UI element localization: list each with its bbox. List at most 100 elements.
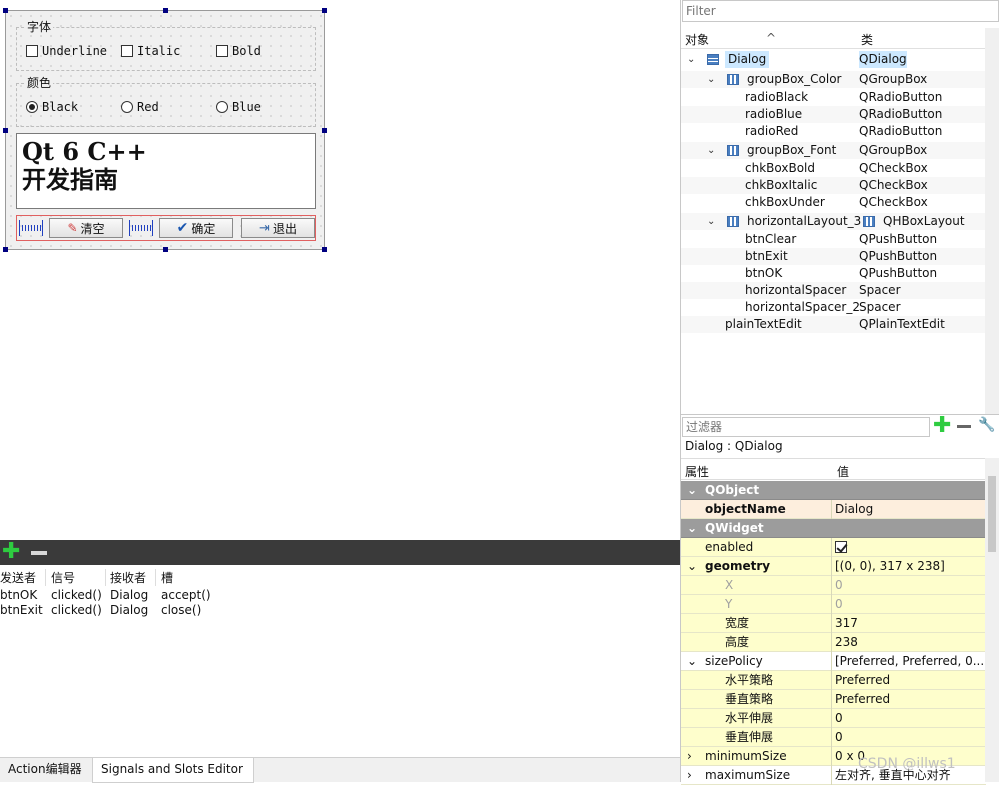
tree-row-horizontal-spacer[interactable]: horizontalSpacer Spacer (681, 282, 986, 299)
chevron-down-icon[interactable]: ⌄ (687, 652, 697, 671)
dialog-form[interactable]: 字体 Underline Italic Bold 颜色 Black Red Bl… (3, 8, 327, 252)
property-value[interactable]: Preferred (835, 690, 890, 709)
table-row[interactable]: btnExit clicked() Dialog close() (0, 601, 680, 619)
tree-row-radio-blue[interactable]: radioBlue QRadioButton (681, 106, 986, 123)
add-connection-plus-icon[interactable]: ✚ (2, 541, 20, 563)
blue-radio[interactable]: Blue (216, 100, 261, 114)
underline-checkbox[interactable]: Underline (26, 44, 107, 58)
signal-cell[interactable]: clicked() (51, 603, 102, 617)
chevron-down-icon[interactable]: ⌄ (707, 71, 715, 88)
remove-connection-minus-icon[interactable] (31, 551, 47, 555)
property-row-horizontal-stretch[interactable]: 水平伸展 0 (681, 709, 986, 728)
property-row-geometry[interactable]: ⌄ geometry [(0, 0), 317 x 238] (681, 557, 986, 576)
slot-column-header[interactable]: 槽 (161, 569, 173, 586)
italic-checkbox[interactable]: Italic (121, 44, 180, 58)
tab-action-editor[interactable]: Action编辑器 (0, 758, 90, 783)
bold-checkbox[interactable]: Bold (216, 44, 261, 58)
tree-row-btn-exit[interactable]: btnExit QPushButton (681, 248, 986, 265)
resize-handle-top-right[interactable] (322, 8, 327, 13)
slot-cell[interactable]: accept() (161, 588, 211, 602)
receiver-cell[interactable]: Dialog (110, 588, 148, 602)
chevron-down-icon[interactable]: ⌄ (687, 519, 697, 538)
horizontal-button-layout[interactable]: ✎ 清空 ✔ 确定 ⇥ 退出 (16, 215, 316, 241)
tree-row-horizontal-layout[interactable]: ⌄ horizontalLayout_3 QHBoxLayout (681, 213, 986, 230)
signal-column-header[interactable]: 信号 (51, 569, 106, 586)
chevron-down-icon[interactable]: ⌄ (707, 213, 715, 230)
tree-row-groupbox-color[interactable]: ⌄ groupBox_Color QGroupBox (681, 71, 986, 88)
chevron-down-icon[interactable]: ⌄ (687, 557, 697, 576)
property-section-qwidget[interactable]: ⌄ QWidget (681, 519, 986, 538)
exit-button[interactable]: ⇥ 退出 (241, 218, 315, 238)
value-column-header[interactable]: 值 (837, 463, 849, 480)
tree-row-chk-bold[interactable]: chkBoxBold QCheckBox (681, 160, 986, 177)
property-value[interactable]: Dialog (835, 500, 873, 519)
remove-property-minus-icon[interactable] (957, 425, 971, 428)
scrollbar-thumb[interactable] (988, 476, 996, 552)
tree-row-chk-under[interactable]: chkBoxUnder QCheckBox (681, 194, 986, 211)
receiver-column-header[interactable]: 接收者 (110, 569, 156, 586)
property-row-horizontal-policy[interactable]: 水平策略 Preferred (681, 671, 986, 690)
property-filter-input[interactable] (682, 417, 930, 437)
property-column-header[interactable]: 属性 (685, 463, 709, 480)
resize-handle-right[interactable] (322, 128, 327, 133)
tab-signals-slots-editor[interactable]: Signals and Slots Editor (92, 758, 254, 783)
horizontal-spacer-middle[interactable] (129, 220, 153, 236)
tree-row-dialog[interactable]: ⌄ Dialog QDialog (681, 51, 986, 68)
property-grid-scrollbar[interactable] (985, 458, 999, 782)
ok-button[interactable]: ✔ 确定 (159, 218, 233, 238)
object-tree-scrollbar[interactable] (985, 28, 999, 414)
property-row-height[interactable]: 高度 238 (681, 633, 986, 652)
chevron-right-icon[interactable]: › (687, 766, 692, 785)
property-value[interactable]: 0 (835, 709, 843, 728)
property-value[interactable]: 0 (835, 576, 843, 595)
black-radio[interactable]: Black (26, 100, 78, 114)
property-row-objectname[interactable]: objectName Dialog (681, 500, 986, 519)
form-design-canvas[interactable]: 字体 Underline Italic Bold 颜色 Black Red Bl… (0, 0, 680, 540)
chevron-down-icon[interactable]: ⌄ (687, 51, 695, 68)
tree-row-radio-black[interactable]: radioBlack QRadioButton (681, 89, 986, 106)
add-property-plus-icon[interactable]: ✚ (933, 415, 951, 437)
tree-row-chk-italic[interactable]: chkBoxItalic QCheckBox (681, 177, 986, 194)
chevron-right-icon[interactable]: › (687, 747, 692, 766)
property-row-width[interactable]: 宽度 317 (681, 614, 986, 633)
property-row-y[interactable]: Y 0 (681, 595, 986, 614)
sender-cell[interactable]: btnExit (0, 603, 43, 617)
class-column-header[interactable]: 类 (861, 31, 873, 48)
chevron-down-icon[interactable]: ⌄ (707, 142, 715, 159)
property-row-enabled[interactable]: enabled (681, 538, 986, 557)
property-section-qobject[interactable]: ⌄ QObject (681, 481, 986, 500)
property-row-vertical-policy[interactable]: 垂直策略 Preferred (681, 690, 986, 709)
tree-row-radio-red[interactable]: radioRed QRadioButton (681, 123, 986, 140)
resize-handle-top[interactable] (163, 8, 168, 13)
resize-handle-bottom[interactable] (163, 247, 168, 252)
property-row-vertical-stretch[interactable]: 垂直伸展 0 (681, 728, 986, 747)
signal-cell[interactable]: clicked() (51, 588, 102, 602)
object-column-header[interactable]: 对象 (685, 31, 709, 48)
sender-column-header[interactable]: 发送者 (0, 569, 46, 586)
red-radio[interactable]: Red (121, 100, 159, 114)
property-value[interactable]: 238 (835, 633, 858, 652)
wrench-icon[interactable]: 🔧 (978, 417, 995, 433)
tree-row-horizontal-spacer-2[interactable]: horizontalSpacer_2 Spacer (681, 299, 986, 316)
clear-button[interactable]: ✎ 清空 (49, 218, 123, 238)
plain-text-edit[interactable]: Qt 6 C++ 开发指南 (16, 133, 316, 209)
sender-cell[interactable]: btnOK (0, 588, 37, 602)
tree-row-plain-text-edit[interactable]: plainTextEdit QPlainTextEdit (681, 316, 986, 333)
resize-handle-left[interactable] (3, 128, 8, 133)
tree-row-groupbox-font[interactable]: ⌄ groupBox_Font QGroupBox (681, 142, 986, 159)
horizontal-spacer-left[interactable] (19, 220, 43, 236)
resize-handle-bottom-right[interactable] (322, 247, 327, 252)
tree-row-btn-clear[interactable]: btnClear QPushButton (681, 231, 986, 248)
property-value[interactable]: Preferred (835, 671, 890, 690)
property-row-x[interactable]: X 0 (681, 576, 986, 595)
object-filter-input[interactable] (682, 0, 999, 22)
property-value[interactable]: [Preferred, Preferred, 0... (835, 652, 984, 671)
tree-row-btn-ok[interactable]: btnOK QPushButton (681, 265, 986, 282)
property-row-sizepolicy[interactable]: ⌄ sizePolicy [Preferred, Preferred, 0... (681, 652, 986, 671)
chevron-down-icon[interactable]: ⌄ (687, 481, 697, 500)
property-value[interactable]: 0 (835, 595, 843, 614)
property-value[interactable]: 317 (835, 614, 858, 633)
property-value[interactable]: 0 (835, 728, 843, 747)
slot-cell[interactable]: close() (161, 603, 201, 617)
resize-handle-top-left[interactable] (3, 8, 8, 13)
